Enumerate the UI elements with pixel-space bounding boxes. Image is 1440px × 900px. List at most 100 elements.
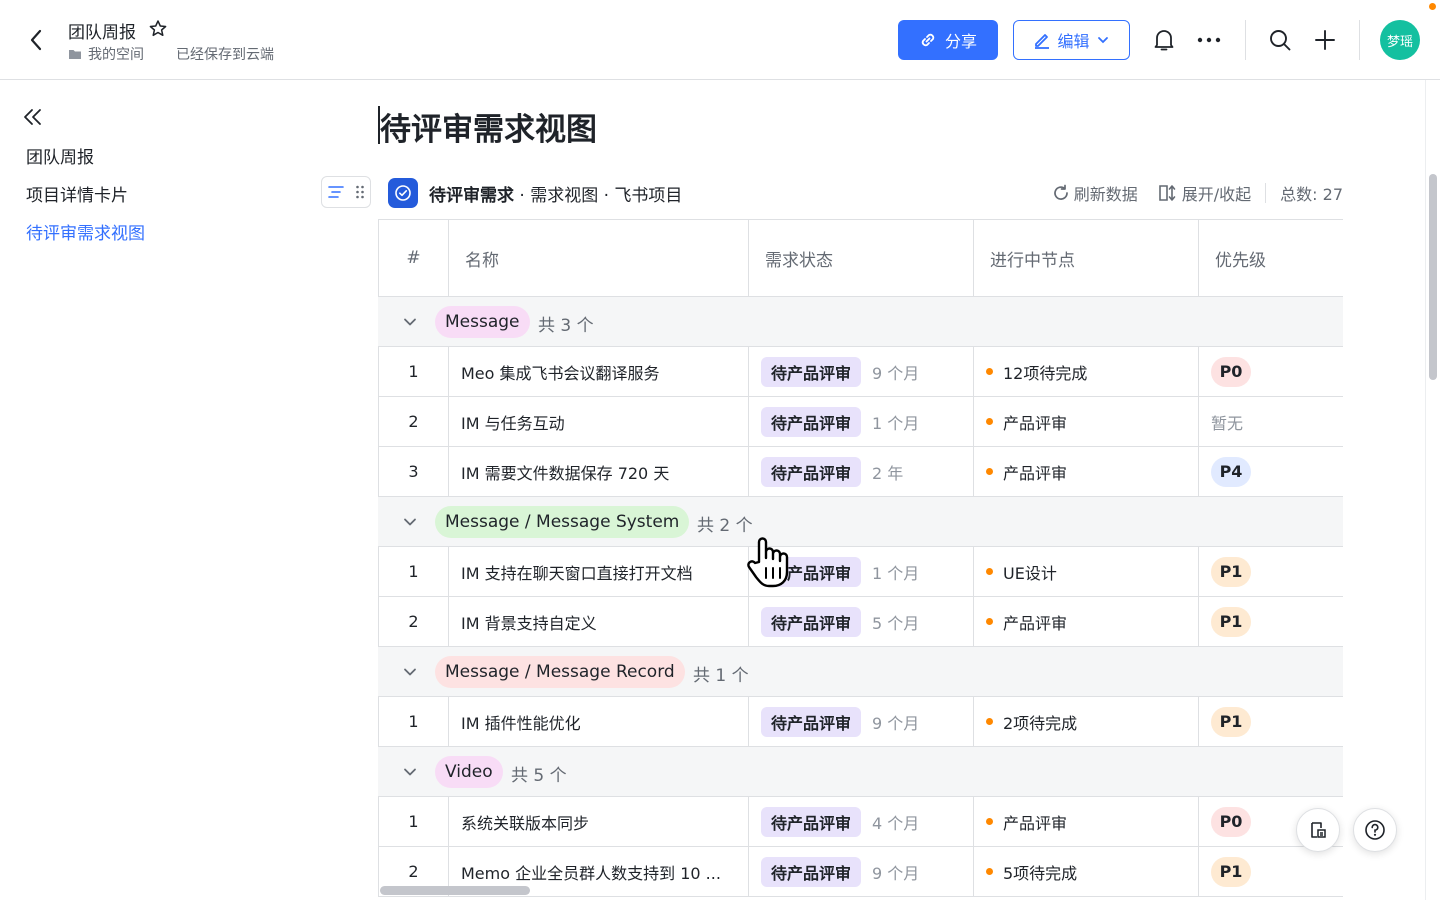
- row-index: 2: [378, 597, 448, 646]
- node-cell[interactable]: 产品评审: [973, 797, 1198, 846]
- sidebar-item-team-weekly[interactable]: 团队周报: [26, 143, 94, 168]
- table-row[interactable]: 1 IM 插件性能优化 待产品评审 9 个月 2项待完成 P1: [378, 697, 1343, 747]
- table-row[interactable]: 1 Meo 集成飞书会议翻译服务 待产品评审 9 个月 12项待完成 P0: [378, 347, 1343, 397]
- table-row[interactable]: 1 IM 支持在聊天窗口直接打开文档 待产品评审 1 个月 UE设计 P1: [378, 547, 1343, 597]
- status-badge: 待产品评审: [761, 406, 862, 437]
- priority-cell[interactable]: P0: [1198, 347, 1343, 396]
- status-cell[interactable]: 待产品评审 1 个月: [748, 547, 973, 596]
- column-header-node[interactable]: 进行中节点: [973, 220, 1198, 296]
- search-icon[interactable]: [1268, 28, 1292, 52]
- requirement-name[interactable]: IM 与任务互动: [448, 397, 748, 446]
- row-index: 3: [378, 447, 448, 496]
- group-tag[interactable]: Message / Message System: [435, 506, 690, 538]
- node-cell[interactable]: UE设计: [973, 547, 1198, 596]
- priority-cell[interactable]: 暂无: [1198, 397, 1343, 446]
- requirement-name[interactable]: Meo 集成飞书会议翻译服务: [448, 347, 748, 396]
- vertical-scrollbar[interactable]: [1429, 174, 1437, 380]
- status-cell[interactable]: 待产品评审 2 年: [748, 447, 973, 496]
- node-cell[interactable]: 12项待完成: [973, 347, 1198, 396]
- priority-cell[interactable]: P1: [1198, 547, 1343, 596]
- sidebar-item-project-card[interactable]: 项目详情卡片: [26, 181, 128, 206]
- priority-empty[interactable]: 暂无: [1211, 410, 1243, 434]
- column-header-status[interactable]: 需求状态: [748, 220, 973, 296]
- status-badge: 待产品评审: [761, 856, 862, 887]
- chevron-down-icon[interactable]: [400, 312, 420, 332]
- plus-icon[interactable]: [1313, 28, 1337, 52]
- drag-handle-icon[interactable]: [355, 185, 365, 199]
- group-tag[interactable]: Video: [435, 756, 503, 788]
- priority-cell[interactable]: P1: [1198, 597, 1343, 646]
- star-icon[interactable]: [148, 19, 168, 39]
- requirement-name[interactable]: 系统关联版本同步: [448, 797, 748, 846]
- node-label: 12项待完成: [1003, 363, 1088, 383]
- share-button[interactable]: 分享: [898, 20, 998, 60]
- status-cell[interactable]: 待产品评审 4 个月: [748, 797, 973, 846]
- requirement-name[interactable]: IM 需要文件数据保存 720 天: [448, 447, 748, 496]
- table-row[interactable]: 2 IM 与任务互动 待产品评审 1 个月 产品评审 暂无: [378, 397, 1343, 447]
- node-label: 产品评审: [1003, 413, 1068, 433]
- sidebar-item-review-view[interactable]: 待评审需求视图: [26, 219, 145, 244]
- back-icon[interactable]: [22, 26, 50, 54]
- priority-badge[interactable]: P1: [1211, 856, 1251, 887]
- header-divider: [1359, 20, 1360, 60]
- status-cell[interactable]: 待产品评审 9 个月: [748, 697, 973, 746]
- node-cell[interactable]: 2项待完成: [973, 697, 1198, 746]
- help-button[interactable]: [1353, 808, 1397, 852]
- outline-icon[interactable]: [327, 185, 344, 199]
- requirement-name[interactable]: IM 背景支持自定义: [448, 597, 748, 646]
- node-cell[interactable]: 产品评审: [973, 597, 1198, 646]
- column-header-priority[interactable]: 优先级: [1198, 220, 1343, 296]
- node-cell[interactable]: 产品评审: [973, 397, 1198, 446]
- priority-badge[interactable]: P0: [1211, 356, 1251, 387]
- doc-title[interactable]: 团队周报: [68, 18, 136, 43]
- priority-cell[interactable]: P1: [1198, 697, 1343, 746]
- collapse-sidebar-icon[interactable]: [22, 106, 46, 130]
- status-age: 1 个月: [872, 563, 920, 583]
- priority-badge[interactable]: P1: [1211, 606, 1251, 637]
- chevron-down-icon[interactable]: [400, 662, 420, 682]
- expand-collapse-button[interactable]: 展开/收起: [1158, 181, 1251, 205]
- requirement-name[interactable]: IM 插件性能优化: [448, 697, 748, 746]
- group-tag[interactable]: Message / Message Record: [435, 656, 685, 688]
- column-header-index[interactable]: #: [378, 220, 448, 296]
- refresh-button[interactable]: 刷新数据: [1052, 181, 1138, 205]
- priority-badge[interactable]: P1: [1211, 556, 1251, 587]
- breadcrumb-space[interactable]: 我的空间: [88, 44, 144, 64]
- edit-button[interactable]: 编辑: [1013, 20, 1130, 60]
- status-cell[interactable]: 待产品评审 1 个月: [748, 397, 973, 446]
- status-badge: 待产品评审: [761, 706, 862, 737]
- more-icon[interactable]: [1197, 28, 1221, 52]
- requirement-name[interactable]: IM 支持在聊天窗口直接打开文档: [448, 547, 748, 596]
- chevron-down-icon[interactable]: [400, 762, 420, 782]
- priority-badge[interactable]: P4: [1211, 456, 1251, 487]
- horizontal-scrollbar[interactable]: [380, 886, 530, 895]
- row-index: 1: [378, 547, 448, 596]
- avatar[interactable]: 梦瑶: [1380, 20, 1420, 60]
- priority-cell[interactable]: P1: [1198, 847, 1343, 896]
- node-cell[interactable]: 产品评审: [973, 447, 1198, 496]
- status-age: 9 个月: [872, 713, 920, 733]
- priority-badge[interactable]: P0: [1211, 806, 1251, 837]
- node-dot: [986, 818, 993, 825]
- table-row[interactable]: 1 系统关联版本同步 待产品评审 4 个月 产品评审 P0: [378, 797, 1343, 847]
- status-age: 4 个月: [872, 813, 920, 833]
- bell-icon[interactable]: [1152, 28, 1176, 52]
- page-title[interactable]: 待评审需求视图: [380, 104, 597, 149]
- folder-icon: [69, 50, 81, 59]
- node-cell[interactable]: 5项待完成: [973, 847, 1198, 896]
- block-actions: 刷新数据 展开/收起 总数: 27: [1052, 176, 1343, 210]
- block-name[interactable]: 待评审需求 · 需求视图 · 飞书项目: [429, 181, 682, 206]
- table-row[interactable]: 3 IM 需要文件数据保存 720 天待产品评审 2 年 产品评审 P4: [378, 447, 1343, 497]
- group-tag[interactable]: Message: [435, 306, 530, 338]
- node-label: 产品评审: [1003, 613, 1068, 633]
- status-cell[interactable]: 待产品评审 9 个月: [748, 347, 973, 396]
- table-row[interactable]: 2 IM 背景支持自定义 待产品评审 5 个月 产品评审 P1: [378, 597, 1343, 647]
- column-header-name[interactable]: 名称: [448, 220, 748, 296]
- status-cell[interactable]: 待产品评审 5 个月: [748, 597, 973, 646]
- chevron-down-icon[interactable]: [400, 512, 420, 532]
- document-outline-button[interactable]: [1296, 808, 1340, 852]
- priority-badge[interactable]: P1: [1211, 706, 1251, 737]
- status-cell[interactable]: 待产品评审 9 个月: [748, 847, 973, 896]
- priority-cell[interactable]: P4: [1198, 447, 1343, 496]
- status-age: 5 个月: [872, 613, 920, 633]
